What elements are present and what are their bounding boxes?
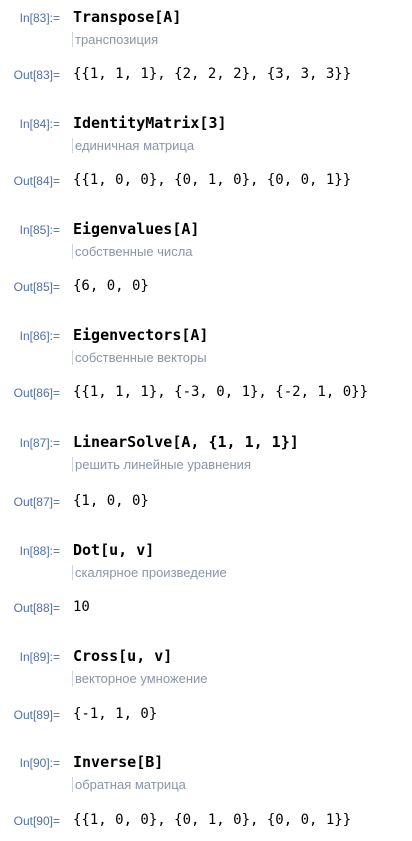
output-value: {{1, 1, 1}, {2, 2, 2}, {3, 3, 3}} — [73, 66, 352, 82]
input-code[interactable]: LinearSolve[A, {1, 1, 1}] — [73, 433, 299, 451]
output-cell-88: Out[88]= 10 — [0, 598, 412, 618]
output-cell-89: Out[89]= {-1, 1, 0} — [0, 705, 412, 725]
input-cell-88[interactable]: In[88]:= Dot[u, v] скалярное произведени… — [0, 541, 412, 583]
input-hint: собственные числа — [72, 244, 193, 259]
output-label: Out[89]= — [13, 708, 60, 722]
input-hint: векторное умножение — [72, 671, 208, 686]
output-value: {{1, 0, 0}, {0, 1, 0}, {0, 0, 1}} — [73, 172, 352, 188]
input-code[interactable]: Inverse[B] — [73, 753, 163, 771]
input-hint: скалярное произведение — [72, 565, 227, 580]
input-cell-86[interactable]: In[86]:= Eigenvectors[A] собственные век… — [0, 326, 412, 368]
output-value: {{1, 0, 0}, {0, 1, 0}, {0, 0, 1}} — [73, 812, 352, 828]
input-cell-85[interactable]: In[85]:= Eigenvalues[A] собственные числ… — [0, 220, 412, 262]
output-label: Out[85]= — [13, 280, 60, 294]
output-label: Out[83]= — [13, 68, 60, 82]
output-cell-86: Out[86]= {{1, 1, 1}, {-3, 0, 1}, {-2, 1,… — [0, 383, 412, 403]
output-cell-85: Out[85]= {6, 0, 0} — [0, 277, 412, 297]
input-cell-83[interactable]: In[83]:= Transpose[A] транспозиция — [0, 8, 412, 50]
input-code[interactable]: Eigenvectors[A] — [73, 326, 208, 344]
input-hint: решить линейные уравнения — [72, 457, 251, 472]
output-value: {6, 0, 0} — [73, 278, 149, 294]
input-hint: обратная матрица — [72, 777, 186, 792]
input-cell-87[interactable]: In[87]:= LinearSolve[A, {1, 1, 1}] решит… — [0, 433, 412, 475]
input-code[interactable]: Eigenvalues[A] — [73, 220, 199, 238]
output-label: Out[86]= — [13, 386, 60, 400]
output-label: Out[90]= — [13, 814, 60, 828]
input-code[interactable]: IdentityMatrix[3] — [73, 114, 227, 132]
output-cell-83: Out[83]= {{1, 1, 1}, {2, 2, 2}, {3, 3, 3… — [0, 65, 412, 85]
input-label: In[89]:= — [19, 650, 60, 664]
input-code[interactable]: Transpose[A] — [73, 8, 181, 26]
input-cell-90[interactable]: In[90]:= Inverse[B] обратная матрица — [0, 753, 412, 795]
output-cell-90: Out[90]= {{1, 0, 0}, {0, 1, 0}, {0, 0, 1… — [0, 811, 412, 831]
input-hint: собственные векторы — [72, 350, 207, 365]
output-value: {1, 0, 0} — [73, 493, 149, 509]
input-label: In[86]:= — [19, 329, 60, 343]
output-cell-87: Out[87]= {1, 0, 0} — [0, 492, 412, 512]
input-label: In[87]:= — [19, 436, 60, 450]
input-hint: транспозиция — [72, 32, 158, 47]
input-label: In[88]:= — [19, 544, 60, 558]
input-label: In[84]:= — [19, 117, 60, 131]
output-value: {{1, 1, 1}, {-3, 0, 1}, {-2, 1, 0}} — [73, 384, 369, 400]
output-label: Out[87]= — [13, 495, 60, 509]
input-code[interactable]: Cross[u, v] — [73, 647, 172, 665]
input-hint: единичная матрица — [72, 138, 194, 153]
input-label: In[90]:= — [19, 756, 60, 770]
output-value: {-1, 1, 0} — [73, 706, 158, 722]
output-label: Out[84]= — [13, 174, 60, 188]
input-cell-89[interactable]: In[89]:= Cross[u, v] векторное умножение — [0, 647, 412, 689]
input-label: In[83]:= — [19, 11, 60, 25]
output-cell-84: Out[84]= {{1, 0, 0}, {0, 1, 0}, {0, 0, 1… — [0, 171, 412, 191]
input-label: In[85]:= — [19, 223, 60, 237]
input-code[interactable]: Dot[u, v] — [73, 541, 154, 559]
output-value: 10 — [73, 599, 90, 615]
output-label: Out[88]= — [13, 601, 60, 615]
input-cell-84[interactable]: In[84]:= IdentityMatrix[3] единичная мат… — [0, 114, 412, 156]
